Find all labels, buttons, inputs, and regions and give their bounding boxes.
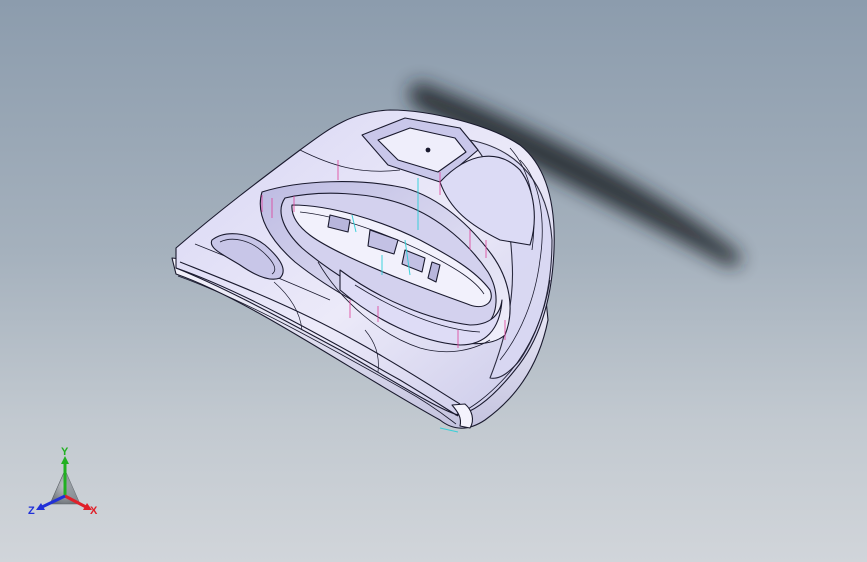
view-orientation-triad: Y X Z	[28, 446, 98, 517]
door-trim-panel	[171, 109, 555, 429]
y-axis-label: Y	[61, 446, 69, 458]
x-axis-label: X	[90, 505, 98, 517]
z-axis-label: Z	[28, 505, 35, 517]
x-axis: X	[64, 494, 98, 517]
recess-center-point	[425, 147, 431, 153]
3d-model-view[interactable]	[0, 0, 867, 562]
z-axis: Z	[28, 494, 66, 517]
graphics-viewport[interactable]: Y X Z	[0, 0, 867, 562]
